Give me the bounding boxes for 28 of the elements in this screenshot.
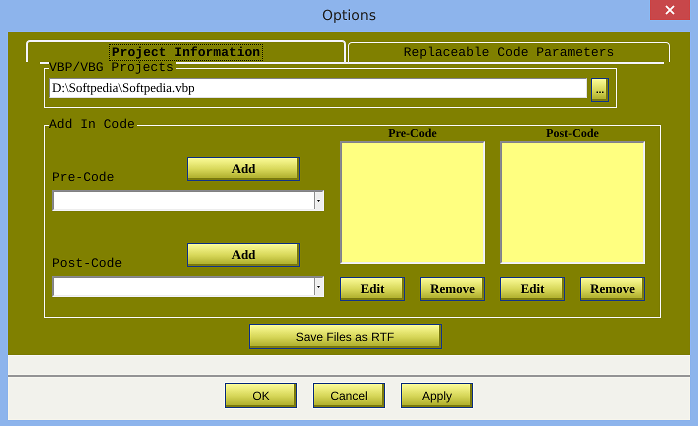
code-label: Post-Code — [52, 256, 122, 271]
dropdown-arrow-icon — [317, 200, 320, 202]
code-list[interactable] — [340, 141, 485, 264]
close-icon — [665, 5, 675, 15]
browse-button[interactable]: ... — [591, 78, 609, 102]
close-button[interactable] — [650, 0, 690, 20]
save-rtf-button[interactable]: Save Files as RTF — [248, 324, 442, 349]
add-button[interactable]: Add — [187, 243, 300, 267]
list-heading: Pre-Code — [388, 126, 437, 141]
list-button[interactable]: Remove — [580, 277, 645, 301]
code-list[interactable] — [500, 141, 645, 264]
list-button[interactable]: Edit — [500, 277, 565, 301]
window-title: Options — [322, 8, 376, 24]
group-label: VBP/VBG Projects — [49, 61, 176, 75]
dropdown-arrow-icon — [317, 286, 320, 288]
dialog-button[interactable]: Apply — [401, 383, 473, 408]
list-heading: Post-Code — [546, 126, 599, 141]
path-field[interactable]: D:\Softpedia\Softpedia.vbp — [49, 78, 587, 98]
tab[interactable]: Replaceable Code Parameters — [348, 42, 670, 62]
code-label: Pre-Code — [52, 170, 114, 185]
dialog-button[interactable]: Cancel — [313, 383, 385, 408]
list-button[interactable]: Remove — [420, 277, 485, 301]
code-combobox[interactable] — [52, 190, 324, 211]
code-combobox[interactable] — [52, 276, 324, 297]
tab[interactable]: Project Information — [26, 40, 346, 62]
list-button[interactable]: Edit — [340, 277, 405, 301]
add-button[interactable]: Add — [187, 157, 300, 181]
dialog-button[interactable]: OK — [225, 383, 297, 408]
